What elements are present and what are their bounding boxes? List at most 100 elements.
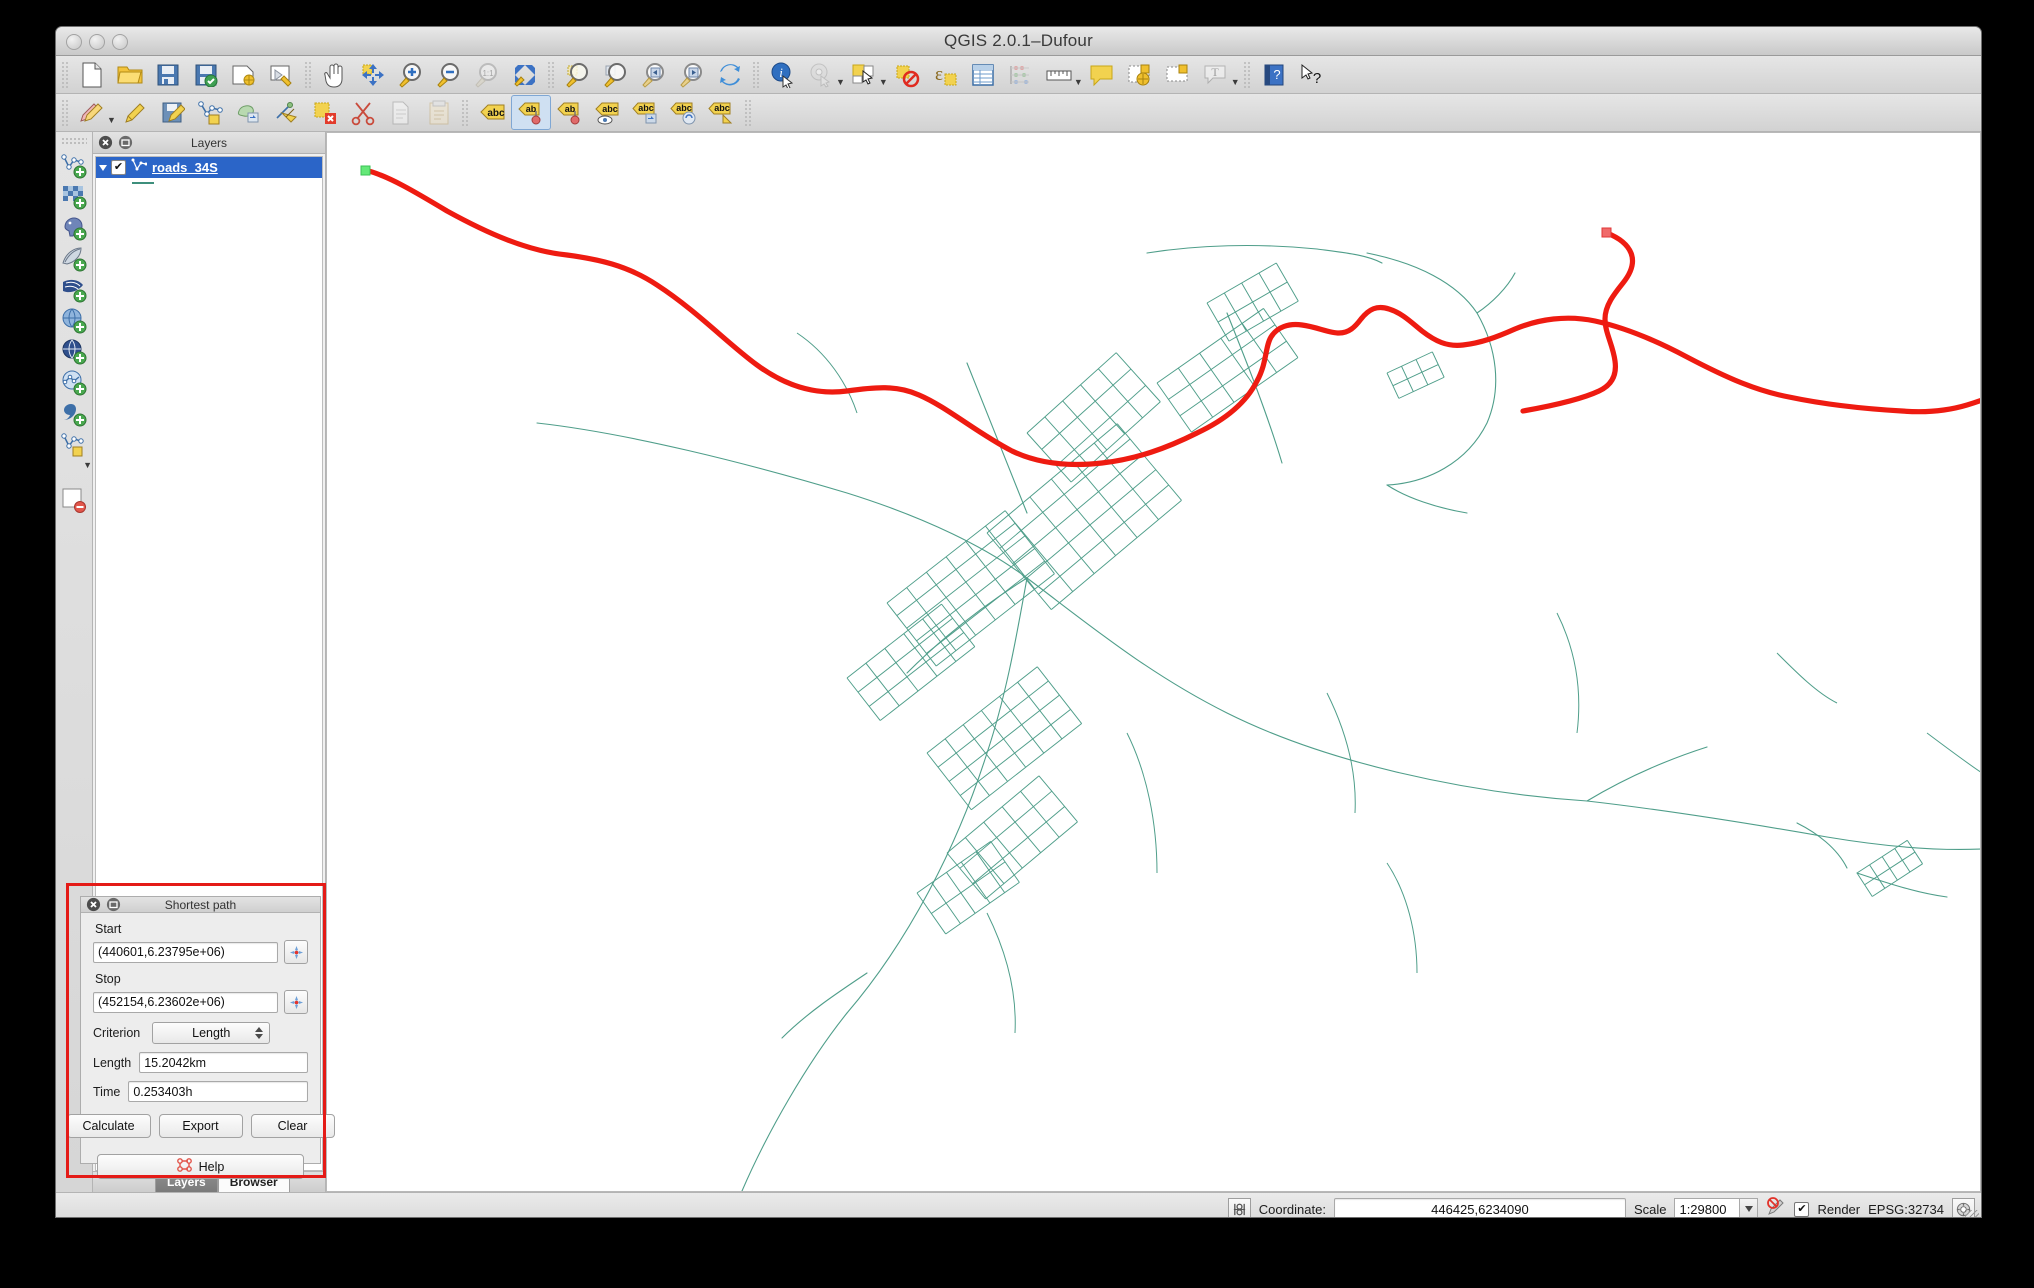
start-row: (440601,6.23795e+06) <box>93 940 308 964</box>
expand-collapse-icon[interactable] <box>99 164 107 171</box>
whats-this-icon[interactable]: ? <box>1293 58 1331 91</box>
add-wfs-layer-icon[interactable] <box>58 336 90 367</box>
add-delimited-text-layer-icon[interactable] <box>58 367 90 398</box>
route-stop-marker <box>1601 227 1612 238</box>
add-feature-icon[interactable] <box>192 96 230 129</box>
toggle-editing-icon[interactable] <box>116 96 154 129</box>
rotate-label-icon[interactable]: abc <box>627 96 665 129</box>
add-raster-layer-icon[interactable] <box>58 181 90 212</box>
select-features-icon[interactable] <box>845 58 883 91</box>
refresh-icon[interactable] <box>711 58 749 91</box>
select-by-expression-icon[interactable]: ε <box>926 58 964 91</box>
toolbar-grip[interactable] <box>752 60 761 89</box>
toolbar-grip[interactable] <box>61 60 70 89</box>
pin-labels-icon[interactable]: ab <box>510 95 551 130</box>
new-shapefile-layer-icon[interactable] <box>58 429 90 460</box>
new-bookmark-icon[interactable] <box>1121 58 1159 91</box>
float-panel-icon[interactable] <box>106 897 121 912</box>
render-checkbox[interactable]: ✔ <box>1794 1201 1810 1217</box>
composer-manager-icon[interactable] <box>263 58 301 91</box>
add-mssql-layer-icon[interactable] <box>58 274 90 305</box>
zoom-native-icon[interactable]: 1:1 <box>468 58 506 91</box>
save-layer-edits-icon[interactable] <box>154 96 192 129</box>
show-bookmarks-icon[interactable] <box>1159 58 1197 91</box>
zoom-last-icon[interactable] <box>635 58 673 91</box>
help-contents-icon[interactable]: ? <box>1255 58 1293 91</box>
layer-visibility-checkbox[interactable]: ✔ <box>111 160 126 175</box>
resize-grip[interactable] <box>1965 1210 1979 1217</box>
zoom-full-icon[interactable] <box>506 58 544 91</box>
toolbar-grip[interactable] <box>743 98 753 127</box>
add-spatialite-layer-icon[interactable] <box>58 243 90 274</box>
remove-layer-icon[interactable] <box>58 484 90 515</box>
coordinate-input[interactable]: 446425,6234090 <box>1333 1197 1626 1217</box>
pan-to-selection-icon[interactable] <box>354 58 392 91</box>
new-print-composer-icon[interactable] <box>225 58 263 91</box>
toolbar-grip[interactable] <box>61 98 70 127</box>
zoom-in-icon[interactable] <box>392 58 430 91</box>
close-icon[interactable] <box>98 135 113 150</box>
text-annotation-icon[interactable]: T <box>1197 58 1235 91</box>
measure-line-icon[interactable] <box>1040 58 1078 91</box>
save-project-icon[interactable] <box>149 58 187 91</box>
start-pick-coordinate-button[interactable] <box>284 940 308 964</box>
float-panel-icon[interactable] <box>118 135 133 150</box>
chevron-down-icon[interactable] <box>1739 1199 1758 1217</box>
stop-rendering-icon[interactable] <box>1766 1196 1786 1218</box>
open-field-calculator-icon[interactable] <box>1002 58 1040 91</box>
start-input[interactable]: (440601,6.23795e+06) <box>93 941 278 963</box>
scale-combo[interactable]: 1:29800 <box>1674 1198 1759 1217</box>
toolbar-grip[interactable] <box>1242 60 1252 89</box>
map-canvas[interactable] <box>326 132 1981 1192</box>
stop-pick-coordinate-button[interactable] <box>284 990 308 1014</box>
deselect-features-icon[interactable] <box>888 58 926 91</box>
help-button[interactable]: Help <box>97 1154 304 1179</box>
coordinate-toggle-icon[interactable] <box>1227 1197 1251 1217</box>
svg-text:abc: abc <box>487 108 505 119</box>
export-button[interactable]: Export <box>158 1114 243 1138</box>
layers-panel-titlebar: Layers <box>93 132 325 154</box>
criterion-select[interactable]: Length <box>152 1022 271 1044</box>
paste-features-icon[interactable] <box>420 96 458 129</box>
zoom-to-selection-icon[interactable] <box>597 58 635 91</box>
toolbar-grip[interactable] <box>304 60 313 89</box>
add-vector-layer-icon[interactable] <box>58 150 90 181</box>
show-hide-labels-icon[interactable]: ab <box>551 96 589 129</box>
delete-selected-icon[interactable] <box>306 96 344 129</box>
cut-features-icon[interactable] <box>344 96 382 129</box>
layer-tree-item-roads[interactable]: ✔ roads_34S <box>96 157 322 178</box>
close-icon[interactable] <box>86 897 101 912</box>
new-project-icon[interactable] <box>73 58 111 91</box>
add-wcs-layer-icon[interactable] <box>58 305 90 336</box>
chevron-down-icon[interactable]: ▼ <box>83 460 92 470</box>
zoom-out-icon[interactable] <box>430 58 468 91</box>
zoom-to-layer-icon[interactable] <box>559 58 597 91</box>
layer-labeling-icon[interactable]: abc <box>473 96 511 129</box>
toolbar-grip[interactable] <box>61 137 87 146</box>
open-project-icon[interactable] <box>111 58 149 91</box>
copy-features-icon[interactable] <box>382 96 420 129</box>
svg-text:?: ? <box>1273 67 1280 82</box>
add-oracle-layer-icon[interactable] <box>58 398 90 429</box>
change-label-icon[interactable]: abc <box>665 96 703 129</box>
zoom-next-icon[interactable] <box>673 58 711 91</box>
toolbar-grip[interactable] <box>547 60 556 89</box>
map-tips-icon[interactable] <box>1083 58 1121 91</box>
add-postgis-layer-icon[interactable] <box>58 212 90 243</box>
stop-input[interactable]: (452154,6.23602e+06) <box>93 991 278 1013</box>
calculate-button[interactable]: Calculate <box>66 1114 151 1138</box>
toolbar-grip[interactable] <box>460 98 470 127</box>
pan-map-icon[interactable] <box>316 58 354 91</box>
change-label-style-icon[interactable]: abc <box>703 96 741 129</box>
run-feature-action-icon[interactable] <box>802 58 840 91</box>
clear-button[interactable]: Clear <box>250 1114 335 1138</box>
save-project-as-icon[interactable] <box>187 58 225 91</box>
current-edits-icon[interactable] <box>73 96 111 129</box>
node-tool-icon[interactable] <box>268 96 306 129</box>
scale-value: 1:29800 <box>1679 1201 1727 1217</box>
move-feature-icon[interactable] <box>230 96 268 129</box>
identify-features-icon[interactable]: i <box>764 58 802 91</box>
window-title: QGIS 2.0.1–Dufour <box>944 31 1093 50</box>
move-label-icon[interactable]: abc <box>589 96 627 129</box>
open-attribute-table-icon[interactable] <box>964 58 1002 91</box>
